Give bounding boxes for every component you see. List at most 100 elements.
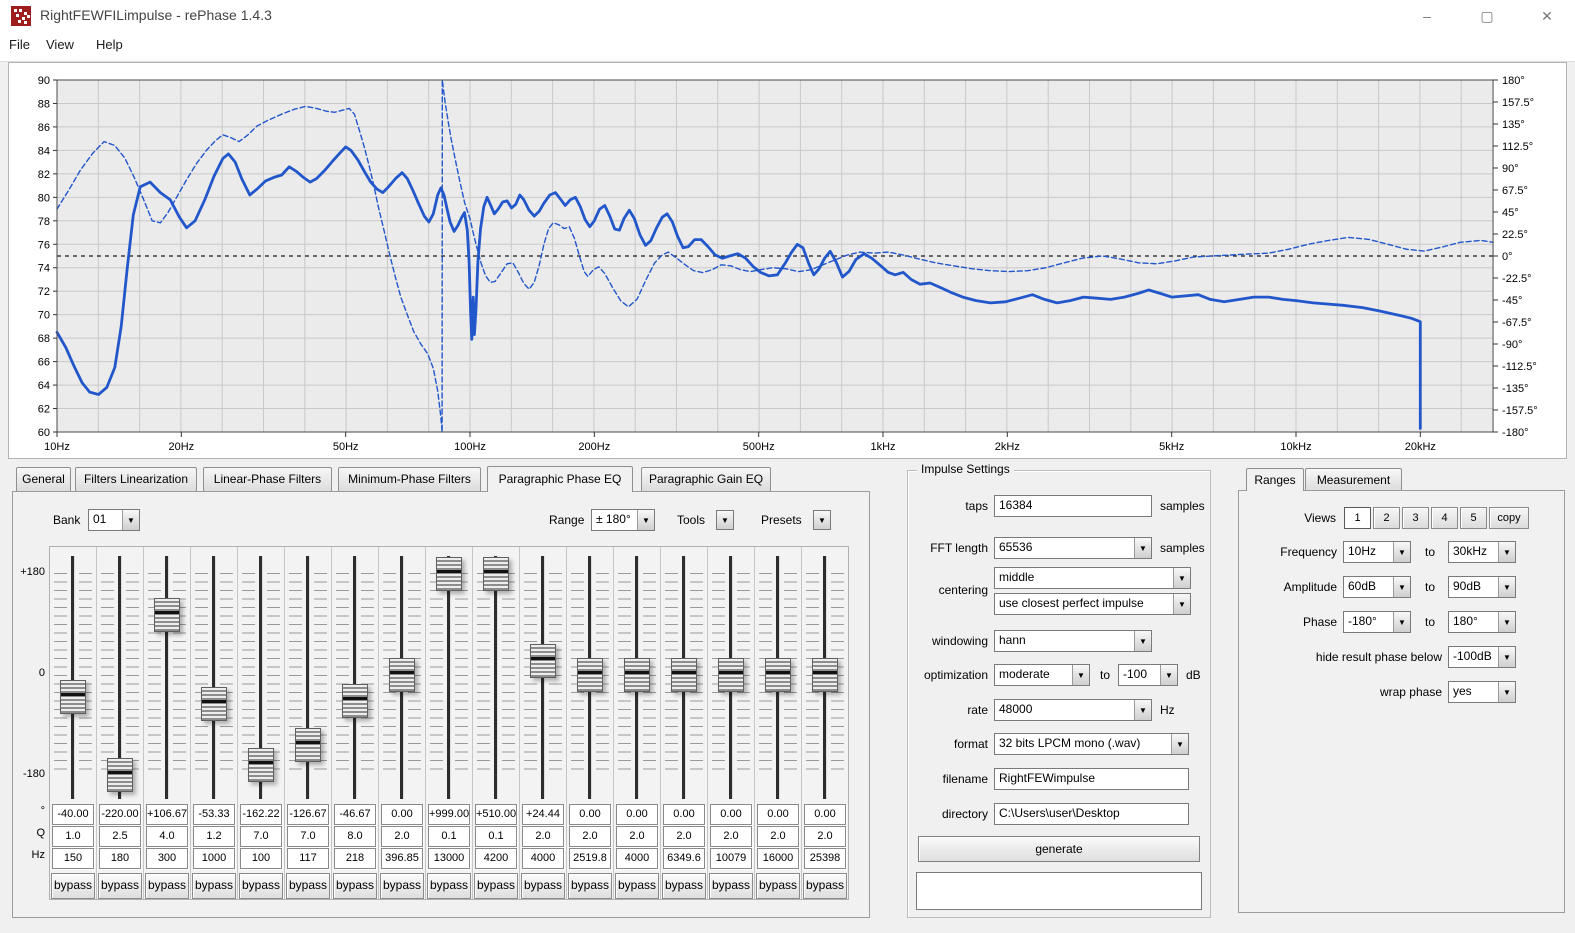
chevron-down-icon[interactable]: ▼ <box>637 510 654 530</box>
amplitude-to-select[interactable]: 90dB▼ <box>1448 576 1516 598</box>
phase-slider-thumb[interactable] <box>483 557 509 591</box>
chevron-down-icon[interactable]: ▼ <box>1134 538 1151 558</box>
chevron-down-icon[interactable]: ▼ <box>1171 734 1188 754</box>
phase-slider-thumb[interactable] <box>436 557 462 591</box>
band-degree-value[interactable]: -220.00 <box>99 804 141 825</box>
bypass-button[interactable]: bypass <box>521 873 565 899</box>
band-degree-value[interactable]: -46.67 <box>334 804 376 825</box>
band-q-value[interactable]: 2.0 <box>710 826 752 847</box>
band-frequency-value[interactable]: 16000 <box>757 848 799 869</box>
phase-slider-thumb[interactable] <box>248 748 274 782</box>
bypass-button[interactable]: bypass <box>192 873 236 899</box>
taps-input[interactable]: 16384 <box>994 495 1152 517</box>
filename-input[interactable]: RightFEWimpulse <box>994 768 1189 790</box>
phase-to-select[interactable]: 180°▼ <box>1448 611 1516 633</box>
phase-slider-thumb[interactable] <box>671 658 697 692</box>
phase-slider-thumb[interactable] <box>389 658 415 692</box>
band-degree-value[interactable]: -53.33 <box>193 804 235 825</box>
tab-minimum-phase-filters[interactable]: Minimum-Phase Filters <box>338 467 481 491</box>
hide-result-phase-select[interactable]: -100dB▼ <box>1448 646 1516 668</box>
band-q-value[interactable]: 2.0 <box>522 826 564 847</box>
close-button[interactable]: ✕ <box>1524 0 1570 32</box>
band-q-value[interactable]: 8.0 <box>334 826 376 847</box>
minimize-button[interactable]: – <box>1404 0 1450 32</box>
band-degree-value[interactable]: -162.22 <box>240 804 282 825</box>
phase-slider-thumb[interactable] <box>342 684 368 718</box>
phase-slider-thumb[interactable] <box>718 658 744 692</box>
chevron-down-icon[interactable]: ▼ <box>1498 612 1515 632</box>
tab-linear-phase-filters[interactable]: Linear-Phase Filters <box>203 467 332 491</box>
tools-menu-button[interactable]: ▼ <box>716 510 734 530</box>
band-degree-value[interactable]: +24.44 <box>522 804 564 825</box>
bypass-button[interactable]: bypass <box>51 873 95 899</box>
band-q-value[interactable]: 2.0 <box>381 826 423 847</box>
bypass-button[interactable]: bypass <box>756 873 800 899</box>
directory-input[interactable]: C:\Users\user\Desktop <box>994 803 1189 825</box>
band-frequency-value[interactable]: 218 <box>334 848 376 869</box>
phase-slider-thumb[interactable] <box>60 680 86 714</box>
view-button-1[interactable]: 1 <box>1344 507 1371 529</box>
band-frequency-value[interactable]: 25398 <box>804 848 846 869</box>
phase-slider-thumb[interactable] <box>577 658 603 692</box>
centering-mode-select[interactable]: use closest perfect impulse▼ <box>994 593 1191 615</box>
band-frequency-value[interactable]: 2519.8 <box>569 848 611 869</box>
chevron-down-icon[interactable]: ▼ <box>1160 665 1177 685</box>
slider-track[interactable] <box>71 556 75 799</box>
band-q-value[interactable]: 2.0 <box>616 826 658 847</box>
band-frequency-value[interactable]: 150 <box>52 848 94 869</box>
bypass-button[interactable]: bypass <box>380 873 424 899</box>
phase-slider-thumb[interactable] <box>295 728 321 762</box>
optimization-level-select[interactable]: -100▼ <box>1118 664 1178 686</box>
band-frequency-value[interactable]: 4000 <box>522 848 564 869</box>
tab-ranges[interactable]: Ranges <box>1246 468 1304 491</box>
band-frequency-value[interactable]: 6349.6 <box>663 848 705 869</box>
band-frequency-value[interactable]: 4200 <box>475 848 517 869</box>
generate-button[interactable]: generate <box>918 836 1200 862</box>
view-button-5[interactable]: 5 <box>1460 507 1487 529</box>
band-degree-value[interactable]: 0.00 <box>710 804 752 825</box>
windowing-select[interactable]: hann▼ <box>994 630 1152 652</box>
format-select[interactable]: 32 bits LPCM mono (.wav)▼ <box>994 733 1189 755</box>
menu-help[interactable]: Help <box>96 37 123 52</box>
band-q-value[interactable]: 2.5 <box>99 826 141 847</box>
chevron-down-icon[interactable]: ▼ <box>1498 542 1515 562</box>
band-degree-value[interactable]: 0.00 <box>616 804 658 825</box>
fft-length-select[interactable]: 65536▼ <box>994 537 1152 559</box>
bypass-button[interactable]: bypass <box>333 873 377 899</box>
band-degree-value[interactable]: +999.00 <box>428 804 470 825</box>
chevron-down-icon[interactable]: ▼ <box>1498 647 1515 667</box>
bypass-button[interactable]: bypass <box>803 873 847 899</box>
bypass-button[interactable]: bypass <box>427 873 471 899</box>
band-degree-value[interactable]: 0.00 <box>381 804 423 825</box>
band-q-value[interactable]: 2.0 <box>804 826 846 847</box>
chevron-down-icon[interactable]: ▼ <box>1393 542 1410 562</box>
presets-menu-button[interactable]: ▼ <box>813 510 831 530</box>
phase-slider-thumb[interactable] <box>530 644 556 678</box>
chevron-down-icon[interactable]: ▼ <box>1393 612 1410 632</box>
phase-slider-thumb[interactable] <box>624 658 650 692</box>
band-degree-value[interactable]: -40.00 <box>52 804 94 825</box>
band-q-value[interactable]: 7.0 <box>240 826 282 847</box>
band-q-value[interactable]: 1.2 <box>193 826 235 847</box>
tab-general[interactable]: General <box>16 467 71 491</box>
slider-track[interactable] <box>494 556 498 799</box>
phase-slider-thumb[interactable] <box>812 658 838 692</box>
band-q-value[interactable]: 2.0 <box>569 826 611 847</box>
chevron-down-icon[interactable]: ▼ <box>1498 682 1515 702</box>
band-frequency-value[interactable]: 4000 <box>616 848 658 869</box>
maximize-button[interactable]: ▢ <box>1464 0 1510 32</box>
band-frequency-value[interactable]: 396.85 <box>381 848 423 869</box>
rate-select[interactable]: 48000▼ <box>994 699 1152 721</box>
bank-select[interactable]: 01▼ <box>88 509 140 531</box>
chevron-down-icon[interactable]: ▼ <box>1498 577 1515 597</box>
bypass-button[interactable]: bypass <box>568 873 612 899</box>
view-button-copy[interactable]: copy <box>1489 507 1529 529</box>
band-q-value[interactable]: 0.1 <box>428 826 470 847</box>
phase-slider-thumb[interactable] <box>107 758 133 792</box>
band-degree-value[interactable]: 0.00 <box>804 804 846 825</box>
view-button-3[interactable]: 3 <box>1402 507 1429 529</box>
tab-paragraphic-phase-eq[interactable]: Paragraphic Phase EQ <box>487 466 633 492</box>
chevron-down-icon[interactable]: ▼ <box>1072 665 1089 685</box>
band-degree-value[interactable]: 0.00 <box>663 804 705 825</box>
tab-paragraphic-gain-eq[interactable]: Paragraphic Gain EQ <box>641 467 771 491</box>
